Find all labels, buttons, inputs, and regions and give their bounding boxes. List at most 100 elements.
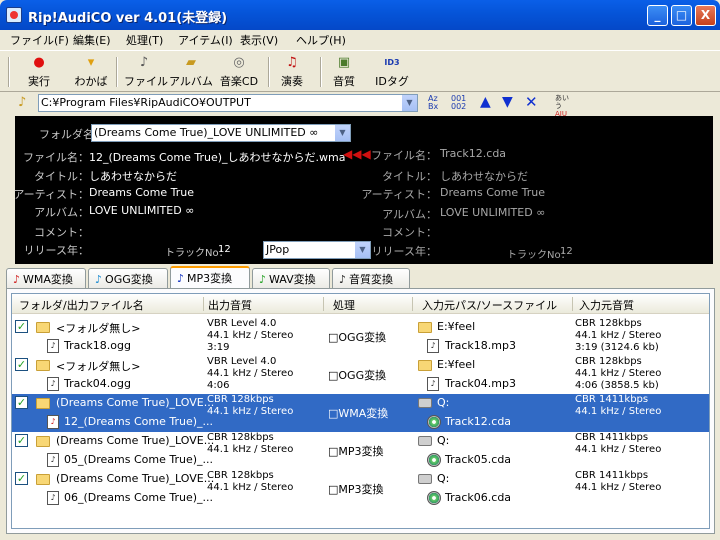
row-checkbox[interactable]: ✓ xyxy=(15,472,28,485)
album-value[interactable]: LOVE UNLIMITED ∞ xyxy=(89,204,194,217)
source-artist-value: Dreams Come True xyxy=(440,186,545,199)
tab-wma[interactable]: ♪ WMA変換 xyxy=(6,268,86,288)
row-output-quality-mode: CBR 128kbps xyxy=(207,394,274,405)
column-divider[interactable] xyxy=(412,297,413,311)
column-output-quality[interactable]: 出力音質 xyxy=(208,297,252,313)
quality-button[interactable]: ▣ 音質 xyxy=(328,55,360,89)
row-folder: (Dreams Come True)_LOVE... xyxy=(56,434,215,447)
list-item[interactable]: ✓ <フォルダ無し> ♪ Track18.ogg VBR Level 4.0 4… xyxy=(12,318,709,356)
row-checkbox[interactable]: ✓ xyxy=(15,396,28,409)
minimize-button[interactable]: _ xyxy=(647,5,668,26)
row-source-quality-mode: CBR 1411kbps xyxy=(575,394,649,405)
genre-combo[interactable]: JPop ▼ xyxy=(263,241,371,259)
row-output-file: Track18.ogg xyxy=(64,339,131,352)
tab-wav[interactable]: ♪ WAV変換 xyxy=(252,268,330,288)
tab-quality[interactable]: ♪ 音質変換 xyxy=(332,268,410,288)
play-button[interactable]: ♫ 演奏 xyxy=(276,55,308,89)
source-artist-label: アーティスト： xyxy=(361,188,437,201)
row-output-duration: 3:19 xyxy=(207,342,230,353)
menu-view[interactable]: 表示(V) xyxy=(240,32,278,48)
source-album-label: アルバム： xyxy=(382,208,437,221)
list-item[interactable]: ✓ <フォルダ無し> ♪ Track04.ogg VBR Level 4.0 4… xyxy=(12,356,709,394)
sort-number-icon[interactable]: 001 002 xyxy=(451,95,469,111)
red-dot-icon: ● xyxy=(33,55,45,70)
output-path-combo[interactable]: C:¥Program Files¥RipAudiCO¥OUTPUT ▼ xyxy=(38,94,418,112)
toolbar-separator xyxy=(116,57,118,87)
title-label: タイトル： xyxy=(34,170,89,183)
move-down-icon[interactable]: ▼ xyxy=(502,94,513,110)
music-cd-button[interactable]: ◎ 音楽CD xyxy=(216,55,262,89)
add-album-button[interactable]: ▰ アルバム xyxy=(168,55,214,89)
wakaba-label: わかば xyxy=(74,75,108,88)
column-divider[interactable] xyxy=(572,297,573,311)
tab-mp3[interactable]: ♪ MP3変換 xyxy=(170,266,250,289)
ogg-file-icon: ♪ xyxy=(47,377,59,391)
chevron-down-icon[interactable]: ▼ xyxy=(354,242,370,258)
column-divider[interactable] xyxy=(203,297,204,311)
folder-icon xyxy=(418,322,432,333)
id-tag-button[interactable]: ID3 IDタグ xyxy=(374,55,410,89)
title-value[interactable]: しあわせなからだ xyxy=(89,168,177,184)
row-folder: <フォルダ無し> xyxy=(56,322,141,335)
row-folder: <フォルダ無し> xyxy=(56,360,141,373)
arrow-left-icon[interactable]: ◀◀◀ xyxy=(343,147,371,161)
column-process[interactable]: 処理 xyxy=(333,297,355,313)
menu-help[interactable]: ヘルプ(H) xyxy=(296,32,346,48)
column-output-file[interactable]: フォルダ/出力ファイル名 xyxy=(19,297,144,313)
menu-bar: ファイル(F) 編集(E) 処理(T) アイテム(I) 表示(V) ヘルプ(H) xyxy=(0,30,720,50)
wakaba-button[interactable]: ▾ わかば xyxy=(74,55,108,89)
file-list[interactable]: フォルダ/出力ファイル名 出力音質 処理 入力元パス/ソースファイル 入力元音質… xyxy=(11,293,710,529)
file-value[interactable]: 12_(Dreams Come True)_しあわせなからだ.wma xyxy=(89,149,346,165)
list-header: フォルダ/出力ファイル名 出力音質 処理 入力元パス/ソースファイル 入力元音質 xyxy=(12,294,709,314)
list-item[interactable]: ✓ (Dreams Come True)_LOVE... ♪ 06_(Dream… xyxy=(12,470,709,508)
genre-value: JPop xyxy=(266,243,290,256)
tab-ogg[interactable]: ♪ OGG変換 xyxy=(88,268,168,288)
folder-combo[interactable]: (Dreams Come True)_LOVE UNLIMITED ∞ ▼ xyxy=(91,124,351,142)
row-source-quality-rate: 44.1 kHz / Stereo xyxy=(575,368,662,379)
menu-process[interactable]: 処理(T) xyxy=(126,32,163,48)
add-file-button[interactable]: ♪ ファイル xyxy=(124,55,168,89)
source-title-value: しあわせなからだ xyxy=(440,170,528,183)
column-source-quality[interactable]: 入力元音質 xyxy=(579,297,634,313)
title-bar[interactable]: Rip!AudiCO ver 4.01(未登録) _ □ X xyxy=(0,0,720,30)
source-track-no-value: 12 xyxy=(560,246,573,257)
sort-az-icon[interactable]: Az Bx xyxy=(428,95,446,111)
menu-item[interactable]: アイテム(I) xyxy=(178,32,233,48)
row-source-file: Track05.cda xyxy=(445,453,512,466)
folder-icon xyxy=(36,398,50,409)
column-divider[interactable] xyxy=(323,297,324,311)
kana-sort-icon[interactable]: あいう AIU xyxy=(555,94,575,118)
run-button[interactable]: ● 実行 xyxy=(22,55,56,89)
move-up-icon[interactable]: ▲ xyxy=(480,94,491,110)
track-no-value[interactable]: 12 xyxy=(218,244,231,255)
drive-icon xyxy=(418,436,432,446)
mp3-file-icon: ♪ xyxy=(47,453,59,467)
maximize-button[interactable]: □ xyxy=(671,5,692,26)
output-folder-icon[interactable]: ♪ xyxy=(18,95,34,111)
row-checkbox[interactable]: ✓ xyxy=(15,434,28,447)
row-source-quality-mode: CBR 128kbps xyxy=(575,356,642,367)
chevron-down-icon[interactable]: ▼ xyxy=(401,95,417,111)
column-source-path[interactable]: 入力元パス/ソースファイル xyxy=(422,297,557,313)
drive-icon xyxy=(418,398,432,408)
row-folder: (Dreams Come True)_LOVE... xyxy=(56,396,215,409)
row-source-quality-mode: CBR 1411kbps xyxy=(575,470,649,481)
music-note-icon: ♪ xyxy=(95,273,103,286)
delete-icon[interactable]: ✕ xyxy=(525,93,538,111)
menu-file[interactable]: ファイル(F) xyxy=(10,32,69,48)
row-output-file: 05_(Dreams Come True)_... xyxy=(64,453,214,466)
chevron-down-icon[interactable]: ▼ xyxy=(334,125,350,141)
cd-track-icon xyxy=(427,453,441,467)
list-item[interactable]: ✓ (Dreams Come True)_LOVE... ♪ 05_(Dream… xyxy=(12,432,709,470)
music-note-icon: ♪ xyxy=(259,273,267,286)
quality-icon: ▣ xyxy=(337,55,351,70)
artist-value[interactable]: Dreams Come True xyxy=(89,186,194,199)
row-checkbox[interactable]: ✓ xyxy=(15,320,28,333)
row-checkbox[interactable]: ✓ xyxy=(15,358,28,371)
list-item-selected[interactable]: ✓ (Dreams Come True)_LOVE... ♪ 12_(Dream… xyxy=(12,394,709,432)
row-source-file: Track06.cda xyxy=(445,491,512,504)
play-icon: ♫ xyxy=(286,55,298,70)
row-source-file: Track04.mp3 xyxy=(445,377,516,390)
close-button[interactable]: X xyxy=(695,5,716,26)
menu-edit[interactable]: 編集(E) xyxy=(73,32,111,48)
